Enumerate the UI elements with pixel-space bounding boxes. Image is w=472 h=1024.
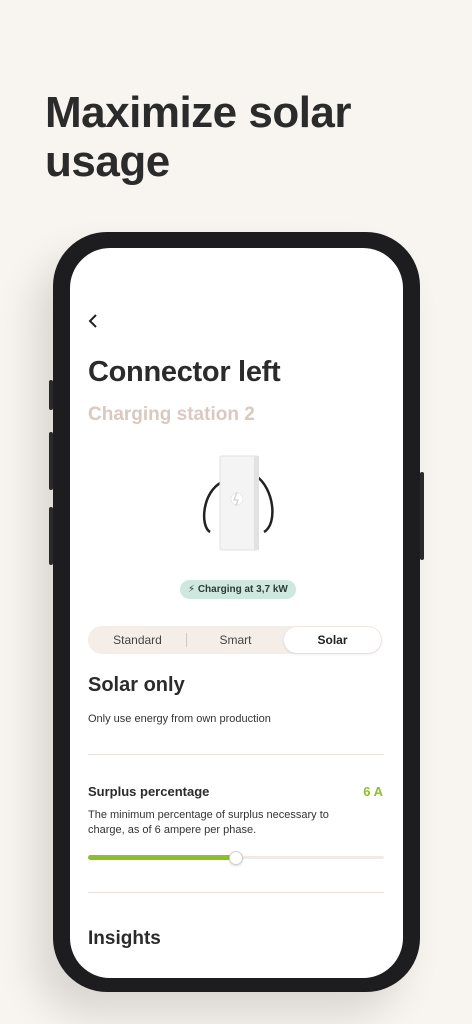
tab-standard[interactable]: Standard <box>89 627 186 653</box>
slider-thumb[interactable] <box>229 851 243 865</box>
status-badge-label: Charging at 3,7 kW <box>197 584 288 595</box>
volume-down-button <box>49 507 53 565</box>
headline: Maximize solar usage <box>45 88 352 187</box>
slider-fill <box>88 855 236 860</box>
volume-up-button <box>49 432 53 490</box>
chevron-left-icon[interactable] <box>88 312 98 333</box>
tab-solar[interactable]: Solar <box>284 627 381 653</box>
divider <box>88 754 384 755</box>
bolt-icon: ⚡ <box>188 584 196 595</box>
mode-description: Only use energy from own production <box>88 713 271 725</box>
divider <box>88 892 384 893</box>
charging-station-image <box>202 455 274 551</box>
insights-title: Insights <box>88 928 161 949</box>
surplus-title: Surplus percentage <box>88 784 210 799</box>
tab-smart[interactable]: Smart <box>187 627 284 653</box>
charging-mode-selector: Standard Smart Solar <box>88 626 382 654</box>
status-badge: ⚡ Charging at 3,7 kW <box>180 580 296 599</box>
surplus-value: 6 A <box>363 784 383 799</box>
silent-switch <box>49 380 53 410</box>
power-button <box>420 472 424 560</box>
surplus-slider[interactable] <box>88 851 384 865</box>
page-subtitle: Charging station 2 <box>88 404 255 425</box>
mode-title: Solar only <box>88 674 185 696</box>
page-title: Connector left <box>88 356 281 388</box>
app-screen: Connector left Charging station 2 ⚡ Char… <box>70 248 403 978</box>
surplus-description: The minimum percentage of surplus necess… <box>88 809 329 836</box>
